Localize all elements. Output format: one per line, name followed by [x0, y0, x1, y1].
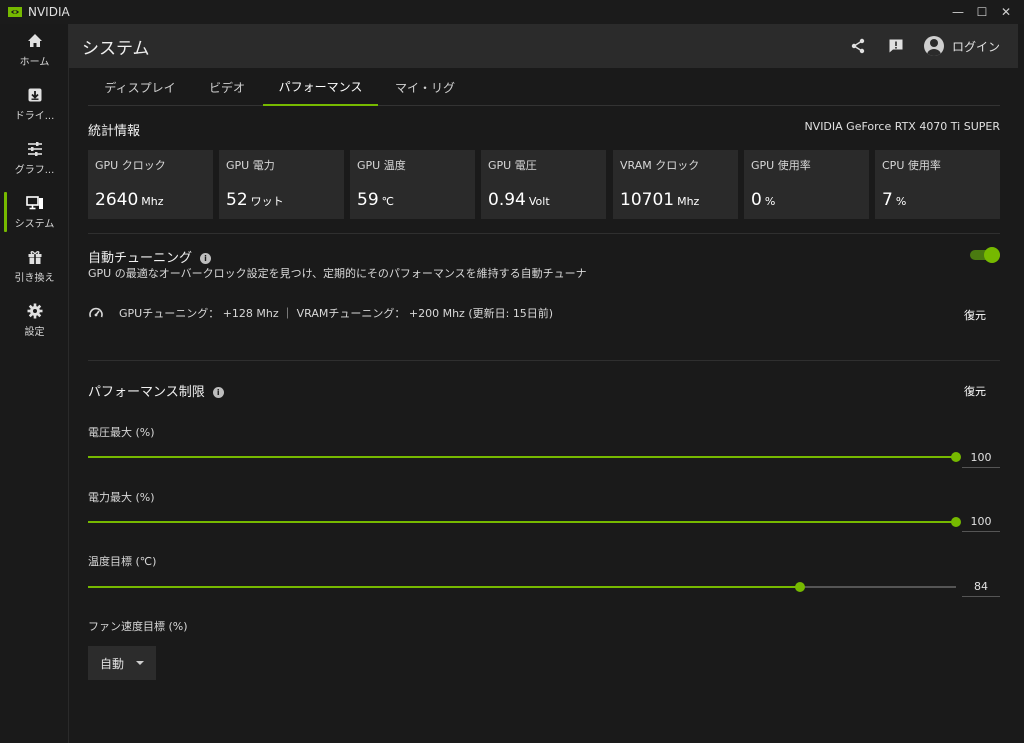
stat-label: GPU 電力: [226, 159, 275, 172]
avatar-icon: [923, 36, 944, 56]
sidebar-item-settings[interactable]: 設定: [0, 296, 69, 344]
stat-unit: Mhz: [677, 195, 700, 208]
tab-performance[interactable]: パフォーマンス: [263, 68, 378, 106]
auto-tuning-description: GPU の最適なオーバークロック設定を見つけ、定期的にそのパフォーマンスを維持す…: [88, 267, 587, 280]
sidebar: ホーム ドライ... グラフ... システム 引き換え 設定: [0, 24, 69, 743]
sidebar-item-label: ホーム: [19, 57, 50, 68]
stat-card-vram-clock: VRAM クロック 10701 Mhz: [613, 150, 738, 219]
tab-video[interactable]: ビデオ: [196, 68, 258, 106]
tuning-status-row: GPUチューニング： +128 Mhz ｜ VRAMチューニング： +200 M…: [88, 303, 1000, 323]
sidebar-item-redeem[interactable]: 引き換え: [0, 242, 69, 290]
divider: [88, 360, 1000, 361]
stat-value: 10701 Mhz: [620, 190, 700, 210]
gpu-name: NVIDIA GeForce RTX 4070 Ti SUPER: [804, 120, 1000, 133]
power-max-slider[interactable]: [88, 516, 961, 528]
gift-icon: [26, 248, 44, 266]
download-icon: [26, 86, 44, 104]
info-icon[interactable]: i: [212, 387, 224, 398]
stat-label: CPU 使用率: [882, 159, 941, 172]
stat-label: GPU 電圧: [488, 159, 537, 172]
power-max-value[interactable]: 100: [962, 512, 1000, 532]
auto-tuning-toggle[interactable]: [970, 247, 1000, 263]
auto-tuning-title: 自動チューニング i: [88, 247, 212, 266]
stat-unit: %: [764, 195, 776, 208]
temp-target-value[interactable]: 84: [962, 577, 1000, 597]
page-title: システム: [82, 38, 150, 59]
stat-unit: ℃: [381, 195, 394, 208]
close-button[interactable]: ✕: [994, 0, 1018, 24]
speedometer-icon: [89, 307, 103, 318]
stat-label: VRAM クロック: [620, 159, 700, 172]
stat-card-gpu-temp: GPU 温度 59 ℃: [350, 150, 475, 219]
sidebar-item-label: 引き換え: [14, 273, 55, 284]
stat-value: 0%: [751, 190, 776, 210]
restore-tuning-button[interactable]: 復元: [964, 307, 986, 323]
sidebar-item-label: システム: [14, 219, 55, 230]
stat-value: 0.94 Volt: [488, 190, 550, 210]
sidebar-item-home[interactable]: ホーム: [0, 26, 69, 74]
divider: [88, 233, 1000, 234]
app-name: NVIDIA: [28, 5, 70, 19]
stat-value: 2640 Mhz: [95, 190, 164, 210]
sidebar-item-label: 設定: [24, 327, 45, 338]
home-icon: [26, 32, 44, 50]
share-icon[interactable]: [848, 36, 868, 56]
sidebar-item-graphics[interactable]: グラフ...: [0, 134, 69, 182]
voltage-max-value[interactable]: 100: [962, 448, 1000, 468]
fan-speed-dropdown[interactable]: 自動: [88, 646, 156, 680]
stat-label: GPU クロック: [95, 159, 166, 172]
tab-bar: ディスプレイ ビデオ パフォーマンス マイ・リグ: [88, 68, 1000, 106]
stat-label: GPU 温度: [357, 159, 406, 172]
fan-speed-label: ファン速度目標 (%): [88, 620, 188, 633]
sidebar-item-label: グラフ...: [14, 165, 55, 176]
maximize-button[interactable]: ☐: [970, 0, 994, 24]
power-max-label: 電力最大 (%): [88, 491, 155, 504]
stat-value: 7%: [882, 190, 907, 210]
stat-unit: %: [895, 195, 907, 208]
chevron-down-icon: [136, 661, 145, 665]
tuning-status-text: GPUチューニング： +128 Mhz ｜ VRAMチューニング： +200 M…: [119, 307, 554, 320]
login-label: ログイン: [951, 39, 1000, 54]
voltage-max-label: 電圧最大 (%): [88, 426, 155, 439]
minimize-button[interactable]: —: [946, 0, 970, 24]
nvidia-logo-icon: [8, 7, 22, 17]
stat-unit: Volt: [528, 195, 550, 208]
sidebar-item-drivers[interactable]: ドライ...: [0, 80, 69, 128]
tab-my-rig[interactable]: マイ・リグ: [388, 68, 462, 106]
gear-icon: [26, 302, 44, 320]
page-header: システム ログイン: [69, 24, 1018, 68]
temp-target-label: 温度目標 (℃): [88, 555, 157, 568]
stat-value: 59 ℃: [357, 190, 394, 210]
restore-limits-button[interactable]: 復元: [964, 383, 986, 399]
stats-title: 統計情報: [88, 124, 141, 139]
stat-card-gpu-power: GPU 電力 52 ワット: [219, 150, 344, 219]
sidebar-item-system[interactable]: システム: [0, 188, 69, 236]
sidebar-item-label: ドライ...: [14, 111, 55, 122]
stat-unit: ワット: [250, 195, 284, 208]
title-bar: NVIDIA — ☐ ✕: [0, 0, 1024, 24]
stat-card-gpu-voltage: GPU 電圧 0.94 Volt: [481, 150, 606, 219]
performance-limits-title: パフォーマンス制限 i: [88, 381, 224, 400]
slider-thumb[interactable]: [951, 452, 961, 462]
slider-thumb[interactable]: [794, 582, 805, 592]
stat-card-gpu-usage: GPU 使用率 0%: [744, 150, 869, 219]
stat-unit: Mhz: [141, 195, 164, 208]
stat-value: 52 ワット: [226, 190, 284, 210]
tab-display[interactable]: ディスプレイ: [92, 68, 188, 106]
sliders-icon: [26, 140, 44, 158]
voltage-max-slider[interactable]: [88, 451, 961, 463]
slider-thumb[interactable]: [951, 517, 961, 527]
stat-label: GPU 使用率: [751, 159, 811, 172]
stat-card-gpu-clock: GPU クロック 2640 Mhz: [88, 150, 213, 219]
stat-card-cpu-usage: CPU 使用率 7%: [875, 150, 1000, 219]
system-icon: [25, 194, 44, 212]
feedback-icon[interactable]: [886, 36, 906, 56]
login-button[interactable]: ログイン: [923, 36, 1000, 56]
info-icon[interactable]: i: [200, 253, 212, 264]
window-controls: — ☐ ✕: [946, 0, 1018, 24]
dropdown-value: 自動: [100, 656, 125, 671]
temp-target-slider[interactable]: [88, 581, 956, 593]
